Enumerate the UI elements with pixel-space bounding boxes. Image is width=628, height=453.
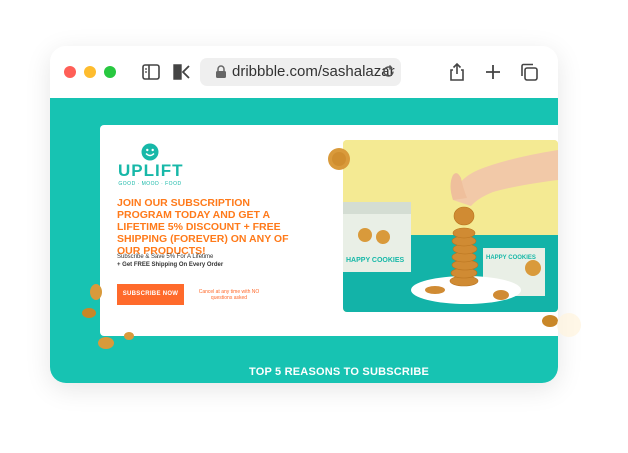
minimize-window-button[interactable]	[84, 66, 96, 78]
browser-window: dribbble.com/sashalazar UPLIFT GOOD · MO…	[50, 46, 558, 383]
browser-toolbar: dribbble.com/sashalazar	[50, 46, 558, 98]
address-bar[interactable]: dribbble.com/sashalazar	[200, 58, 401, 86]
hero-subtext-shipping: + Get FREE Shipping On Every Order	[117, 262, 224, 268]
section-title: TOP 5 REASONS TO SUBSCRIBE	[248, 366, 430, 378]
maximize-window-button[interactable]	[104, 66, 116, 78]
reload-icon[interactable]	[381, 64, 396, 79]
cancel-note: Cancel at any time with NO questions ask…	[198, 289, 260, 301]
share-icon[interactable]	[446, 61, 468, 83]
svg-text:HAPPY COOKIES: HAPPY COOKIES	[486, 255, 536, 261]
brand-tagline: GOOD · MOOD · FOOD	[118, 181, 182, 187]
brand-logo[interactable]: UPLIFT GOOD · MOOD · FOOD	[118, 143, 184, 191]
hero-subtext: Subscribe & Save 5% For A Lifetime	[117, 254, 214, 260]
sidebar-icon[interactable]	[140, 61, 162, 83]
back-icon[interactable]	[170, 61, 192, 83]
new-tab-icon[interactable]	[482, 61, 504, 83]
lock-icon	[216, 65, 226, 78]
brand-name: UPLIFT	[118, 161, 184, 180]
subscribe-button[interactable]: SUBSCRIBE NOW	[117, 284, 184, 305]
hero-headline: JOIN OUR SUBSCRIPTION PROGRAM TODAY AND …	[117, 197, 289, 257]
product-photo: HAPPY COOKIES HAPPY COOKIES	[343, 140, 558, 312]
page-content: UPLIFT GOOD · MOOD · FOOD JOIN OUR SUBSC…	[50, 98, 558, 383]
product-box-label: HAPPY COOKIES	[346, 257, 405, 264]
hero-card: UPLIFT GOOD · MOOD · FOOD JOIN OUR SUBSC…	[100, 125, 558, 336]
close-window-button[interactable]	[64, 66, 76, 78]
url-text: dribbble.com/sashalazar	[232, 63, 395, 80]
smiley-icon	[141, 143, 159, 161]
tabs-icon[interactable]	[518, 61, 540, 83]
